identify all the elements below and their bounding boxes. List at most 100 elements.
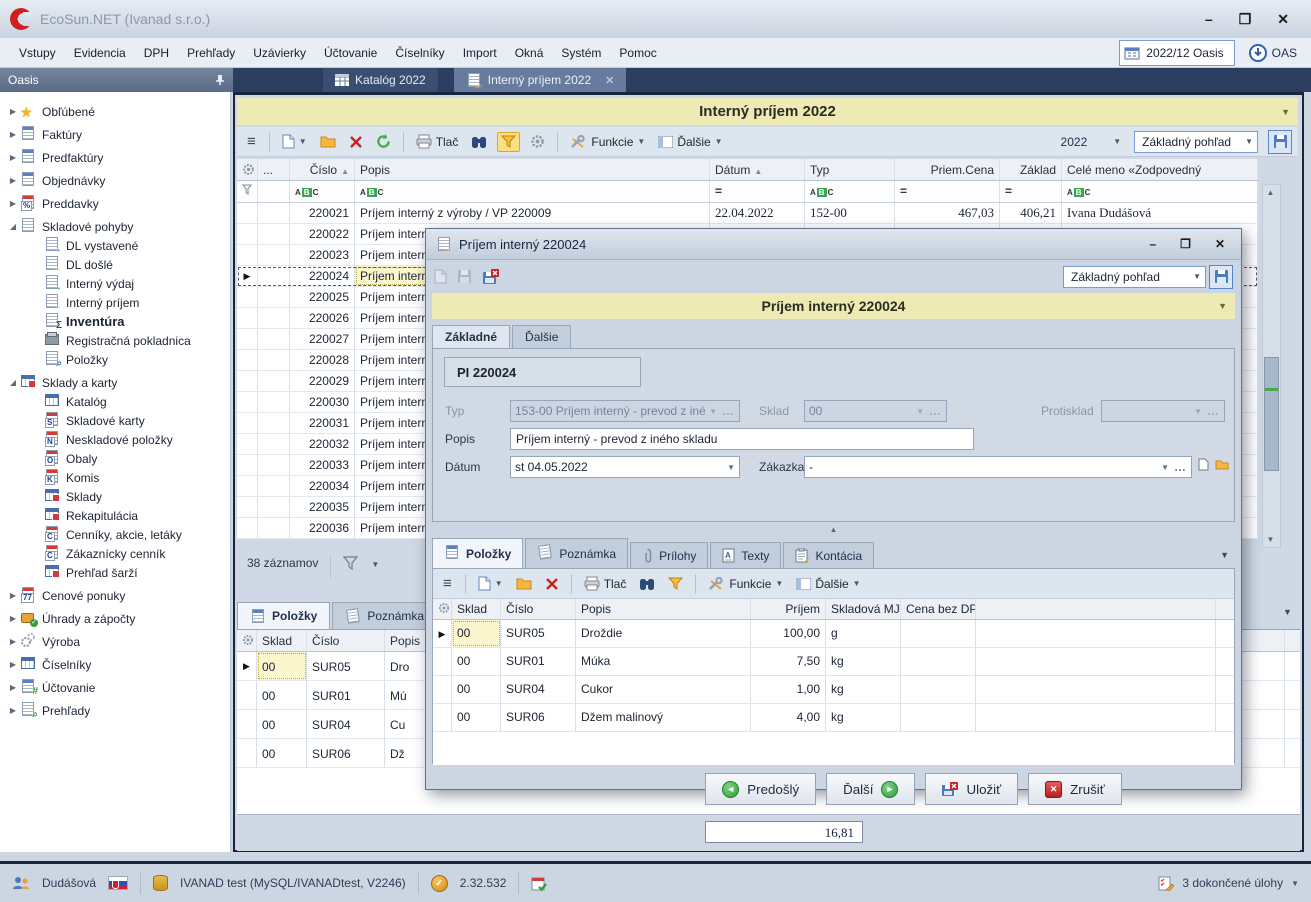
sidebar-item-registra-n-pokladnica[interactable]: ▶Registračná pokladnica (0, 331, 230, 350)
tab-katalog-2022[interactable]: Katalóg 2022 (323, 68, 438, 92)
sidebar-item-fakt-ry[interactable]: ▶Faktúry (0, 125, 230, 144)
sidebar-item-intern-pr-jem[interactable]: ▶←Interný príjem (0, 293, 230, 312)
items-row[interactable]: ▶00SUR05Droždie100,00g (433, 620, 1234, 648)
items-row[interactable]: 00SUR01Múka7,50kg (433, 648, 1234, 676)
slovak-flag-icon[interactable] (108, 876, 128, 890)
column-header-Priem.Cena[interactable]: Priem.Cena (895, 159, 1000, 180)
sidebar-item-cenn-ky-akcie-let-ky[interactable]: ▶CCenníky, akcie, letáky (0, 525, 230, 544)
open-button[interactable] (513, 575, 535, 592)
more-button[interactable]: Ďalšie▼ (793, 575, 863, 593)
menu-item-evidencia[interactable]: Evidencia (65, 41, 135, 65)
toolbar-menu-icon[interactable]: ≡ (439, 575, 456, 592)
menu-item-vstupy[interactable]: Vstupy (10, 41, 65, 65)
column-header-Základ[interactable]: Základ (1000, 159, 1062, 180)
chevron-down-icon[interactable]: ▼ (1281, 107, 1290, 117)
detail-column-header-indicator[interactable] (237, 630, 257, 651)
more-button[interactable]: Ďalšie▼ (655, 133, 725, 151)
items-column-header-Popis[interactable]: Popis (576, 599, 751, 619)
period-selector[interactable]: 2022/12 Oasis (1119, 40, 1234, 66)
minimize-button[interactable]: – (1205, 11, 1213, 28)
pin-icon[interactable] (215, 74, 225, 86)
sidebar-item-predfakt-ry[interactable]: ▶Predfaktúry (0, 148, 230, 167)
sidebar-item-ob-ben-[interactable]: ▶★Obľúbené (0, 102, 230, 121)
items-column-header-Cena bez DPH[interactable]: Cena bez DPH (901, 599, 976, 619)
sidebar-item-sklady-a-karty[interactable]: ◢Sklady a karty (0, 373, 230, 392)
delete-button[interactable] (542, 575, 562, 593)
detail-tab-poznamka[interactable]: Poznámka (332, 602, 437, 629)
filter-cell[interactable]: ABC (805, 181, 895, 202)
sidebar-item-polo-ky[interactable]: ▶⌕Položky (0, 350, 230, 369)
menu-item-prehady[interactable]: Prehľady (178, 41, 244, 65)
dialog-maximize-button[interactable]: ❐ (1180, 237, 1191, 251)
save-and-close-icon[interactable] (482, 269, 499, 285)
sidebar-item-intern-v-daj[interactable]: ▶→Interný výdaj (0, 274, 230, 293)
toolbar-menu-icon[interactable]: ≡ (243, 133, 260, 150)
filter-cell[interactable] (258, 181, 290, 202)
sidebar-item-obaly[interactable]: ▶OObaly (0, 449, 230, 468)
new-document-button[interactable]: ▼ (475, 574, 506, 593)
sidebar-item-neskladov-polo-ky[interactable]: ▶NNeskladové položky (0, 430, 230, 449)
menu-item-pomoc[interactable]: Pomoc (610, 41, 665, 65)
open-button[interactable] (317, 133, 339, 150)
oas-button[interactable]: OAS (1249, 44, 1297, 62)
collapse-icon[interactable]: ▶ (6, 706, 20, 715)
close-button[interactable]: ✕ (1277, 11, 1289, 28)
dialog-minimize-button[interactable]: – (1149, 237, 1156, 251)
collapse-icon[interactable]: ▶ (6, 107, 20, 116)
zakazka-combo[interactable]: -▼… (804, 456, 1192, 478)
dialog-view-selector[interactable]: Základný pohľad ▼ (1063, 266, 1206, 288)
table-row[interactable]: 220021Príjem interný z výroby / VP 22000… (237, 203, 1258, 224)
find-button[interactable] (468, 133, 490, 151)
menu-item-import[interactable]: Import (454, 41, 506, 65)
collapse-icon[interactable]: ▶ (6, 130, 20, 139)
print-button[interactable]: Tlač (581, 574, 630, 593)
functions-button[interactable]: Funkcie▼ (567, 133, 648, 151)
menu-item-okn[interactable]: Okná (506, 41, 553, 65)
dialog-title-bar[interactable]: ← Príjem interný 220024 – ❐ ✕ (426, 229, 1241, 260)
items-column-header-col[interactable] (433, 599, 452, 619)
next-button[interactable]: Ďalší ► (826, 773, 915, 805)
items-row[interactable]: 00SUR06Džem malinový4,00kg (433, 704, 1234, 732)
new-page-icon[interactable] (1198, 458, 1209, 471)
filter-cell[interactable]: ABC (355, 181, 710, 202)
sidebar-item-invent-ra[interactable]: ▶ΣInventúra (0, 312, 230, 331)
settings-button[interactable] (527, 132, 548, 151)
collapse-icon[interactable]: ▶ (6, 153, 20, 162)
sidebar-item-skladov-pohyby[interactable]: ◢Skladové pohyby (0, 217, 230, 236)
sidebar-item-cenov-ponuky[interactable]: ▶77Cenové ponuky (0, 586, 230, 605)
open-folder-icon[interactable] (1215, 459, 1229, 470)
filter-cell[interactable]: ABC (1062, 181, 1258, 202)
items-tab-prilohy[interactable]: Prílohy (630, 542, 708, 568)
tab-zakladne[interactable]: Základné (432, 325, 510, 348)
detail-tab-polozky[interactable]: Položky (237, 602, 330, 629)
save-button[interactable]: Uložiť (925, 773, 1018, 805)
filter-cell[interactable] (237, 181, 258, 202)
sidebar-item-komis[interactable]: ▶KKomis (0, 468, 230, 487)
filter-cell[interactable]: = (1000, 181, 1062, 202)
view-selector[interactable]: Základný pohľad▼ (1134, 131, 1258, 153)
items-tab-poznamka[interactable]: Poznámka (525, 538, 628, 568)
detail-column-header-Sklad[interactable]: Sklad (257, 630, 307, 651)
scroll-up-icon[interactable]: ▲ (1263, 185, 1278, 200)
chevron-down-icon[interactable]: ▼ (1218, 301, 1227, 311)
items-column-header-Príjem[interactable]: Príjem (751, 599, 826, 619)
filter-cell[interactable]: = (895, 181, 1000, 202)
datum-combo[interactable]: st 04.05.2022▼ (510, 456, 740, 478)
chevron-down-icon[interactable]: ▼ (1291, 879, 1299, 888)
items-row[interactable]: 00SUR04Cukor1,00kg (433, 676, 1234, 704)
filter-icon[interactable] (343, 556, 359, 570)
sidebar-item-katal-g[interactable]: ▶Katalóg (0, 392, 230, 411)
column-header-Celé meno «Zodpovedný[interactable]: Celé meno «Zodpovedný (1062, 159, 1258, 180)
sidebar-item-dl-do-l-[interactable]: ▶←DL došlé (0, 255, 230, 274)
sidebar-item-rekapitul-cia[interactable]: ▶Rekapitulácia (0, 506, 230, 525)
collapse-icon[interactable]: ▶ (6, 591, 20, 600)
menu-item-dph[interactable]: DPH (135, 41, 178, 65)
previous-button[interactable]: ◄ Predošlý (705, 773, 816, 805)
sidebar-item-v-roba[interactable]: ▶Výroba (0, 632, 230, 651)
cancel-button[interactable]: ✕ Zrušiť (1028, 773, 1122, 805)
sidebar-item--hrady-a-z-po-ty[interactable]: ▶✓Úhrady a zápočty (0, 609, 230, 628)
sidebar-item-dl-vystaven-[interactable]: ▶→DL vystavené (0, 236, 230, 255)
menu-item-systm[interactable]: Systém (552, 41, 610, 65)
items-tab-kontacia[interactable]: Kontácia (783, 542, 874, 568)
sidebar-item-sklady[interactable]: ▶Sklady (0, 487, 230, 506)
